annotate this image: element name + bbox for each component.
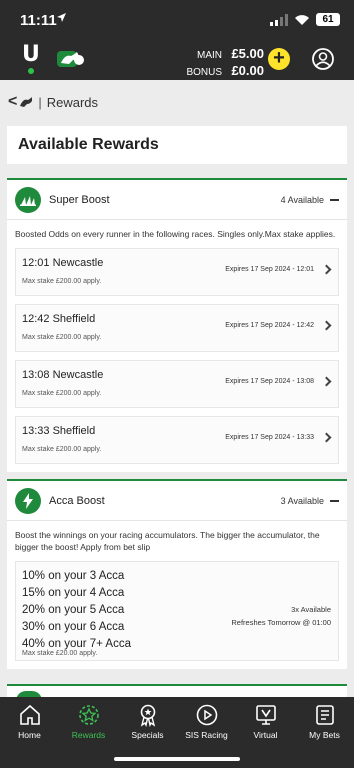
acca-boost-section: Acca Boost 3 Available Boost the winning… (7, 479, 347, 669)
acca-tier: 30% on your 6 Acca (22, 621, 125, 633)
super-boost-available: 4 Available (280, 194, 324, 205)
status-time: 11:11 (20, 12, 57, 29)
race-stake: Max stake £200.00 apply. (22, 278, 102, 285)
boost-race-row[interactable]: 12:01 Newcastle Max stake £200.00 apply.… (15, 248, 339, 296)
next-section-partial (7, 684, 347, 701)
race-name: 12:42 Sheffield (22, 313, 96, 325)
boost-race-row[interactable]: 13:08 Newcastle Max stake £200.00 apply.… (15, 360, 339, 408)
collapse-icon[interactable] (330, 198, 339, 201)
acca-boost-title: Acca Boost (49, 494, 105, 507)
race-stake: Max stake £200.00 apply. (22, 334, 102, 341)
lightning-icon (15, 487, 41, 514)
acca-tier: 20% on your 5 Acca (22, 604, 125, 616)
chevron-right-icon (321, 432, 332, 443)
super-boost-section: Super Boost 4 Available Boosted Odds on … (7, 178, 347, 472)
race-expiry: Expires 17 Sep 2024 - 13:33 (225, 434, 314, 441)
app-header: U MAIN £5.00 BONUS £0.00 + (0, 42, 354, 80)
breadcrumb-separator: | (38, 94, 42, 110)
acca-boost-description: Boost the winnings on your racing accumu… (15, 530, 320, 552)
nav-label: Virtual (253, 730, 278, 740)
nav-rewards[interactable]: Rewards (59, 697, 118, 768)
boost-race-row[interactable]: 13:33 Sheffield Max stake £200.00 apply.… (15, 416, 339, 464)
acca-avail-count: 3x Available (291, 605, 331, 614)
play-icon (196, 704, 217, 726)
nav-virtual[interactable]: Virtual (236, 697, 295, 768)
logo-u-icon: U (22, 42, 40, 67)
acca-tier: 10% on your 3 Acca (22, 570, 125, 582)
wifi-icon (295, 14, 309, 25)
super-boost-description: Boosted Odds on every runner in the foll… (15, 229, 336, 239)
nav-my-bets[interactable]: My Bets (295, 697, 354, 768)
home-indicator (114, 757, 240, 761)
race-stake: Max stake £200.00 apply. (22, 446, 102, 453)
deposit-button[interactable]: + (268, 48, 290, 70)
race-name: 13:33 Sheffield (22, 425, 96, 437)
nav-label: SIS Racing (185, 730, 228, 740)
status-bar: 11:11 61 (0, 0, 354, 42)
collapse-icon[interactable] (330, 499, 339, 502)
bonus-balance-value: £0.00 (231, 63, 264, 78)
bonus-balance-label: BONUS (186, 67, 222, 78)
nav-label: My Bets (309, 730, 340, 740)
back-button[interactable]: < (8, 93, 17, 111)
super-boost-header[interactable]: Super Boost 4 Available (7, 180, 347, 220)
bets-icon (315, 705, 334, 725)
super-boost-icon (15, 186, 41, 213)
specials-icon (140, 704, 155, 727)
virtual-icon (255, 705, 276, 725)
account-icon[interactable] (312, 48, 334, 70)
acca-availability: 3x Available Refreshes Tomorrow @ 01:00 (231, 603, 331, 629)
racing-breadcrumb-icon[interactable] (19, 96, 33, 108)
home-icon (19, 704, 40, 725)
rewards-icon (78, 705, 99, 725)
acca-stake: Max stake £20.00 apply. (22, 650, 98, 657)
super-boost-title: Super Boost (49, 193, 110, 206)
race-stake: Max stake £200.00 apply. (22, 390, 102, 397)
acca-tier: 15% on your 4 Acca (22, 587, 125, 599)
signal-icon (270, 13, 288, 26)
race-name: 12:01 Newcastle (22, 257, 104, 269)
race-expiry: Expires 17 Sep 2024 - 13:08 (225, 378, 314, 385)
acca-boost-available: 3 Available (280, 495, 324, 506)
breadcrumb: < | Rewards (0, 80, 354, 124)
acca-tiers: 10% on your 3 Acca 15% on your 4 Acca 20… (22, 568, 131, 653)
boost-race-row[interactable]: 12:42 Sheffield Max stake £200.00 apply.… (15, 304, 339, 352)
balance-display[interactable]: MAIN £5.00 BONUS £0.00 (186, 46, 264, 80)
acca-boost-header[interactable]: Acca Boost 3 Available (7, 481, 347, 521)
race-name: 13:08 Newcastle (22, 369, 104, 381)
nav-label: Rewards (71, 730, 106, 740)
logo-dot (28, 68, 34, 74)
chevron-right-icon (321, 376, 332, 387)
chevron-right-icon (321, 264, 332, 275)
main-balance-value: £5.00 (231, 46, 264, 61)
race-expiry: Expires 17 Sep 2024 - 12:42 (225, 322, 314, 329)
page-title: Available Rewards (7, 126, 347, 164)
horse-racing-icon[interactable] (55, 48, 85, 70)
nav-label: Home (18, 730, 41, 740)
chevron-right-icon (321, 320, 332, 331)
battery-icon: 61 (316, 13, 340, 26)
breadcrumb-label: Rewards (46, 94, 99, 110)
race-expiry: Expires 17 Sep 2024 - 12:01 (225, 266, 314, 273)
acca-boost-card: 10% on your 3 Acca 15% on your 4 Acca 20… (15, 561, 339, 661)
acca-refresh: Refreshes Tomorrow @ 01:00 (231, 618, 331, 627)
nav-label: Specials (131, 730, 164, 740)
nav-home[interactable]: Home (0, 697, 59, 768)
location-arrow-icon (56, 12, 67, 26)
brand-logo[interactable]: U (22, 44, 40, 74)
main-balance-label: MAIN (197, 50, 222, 61)
